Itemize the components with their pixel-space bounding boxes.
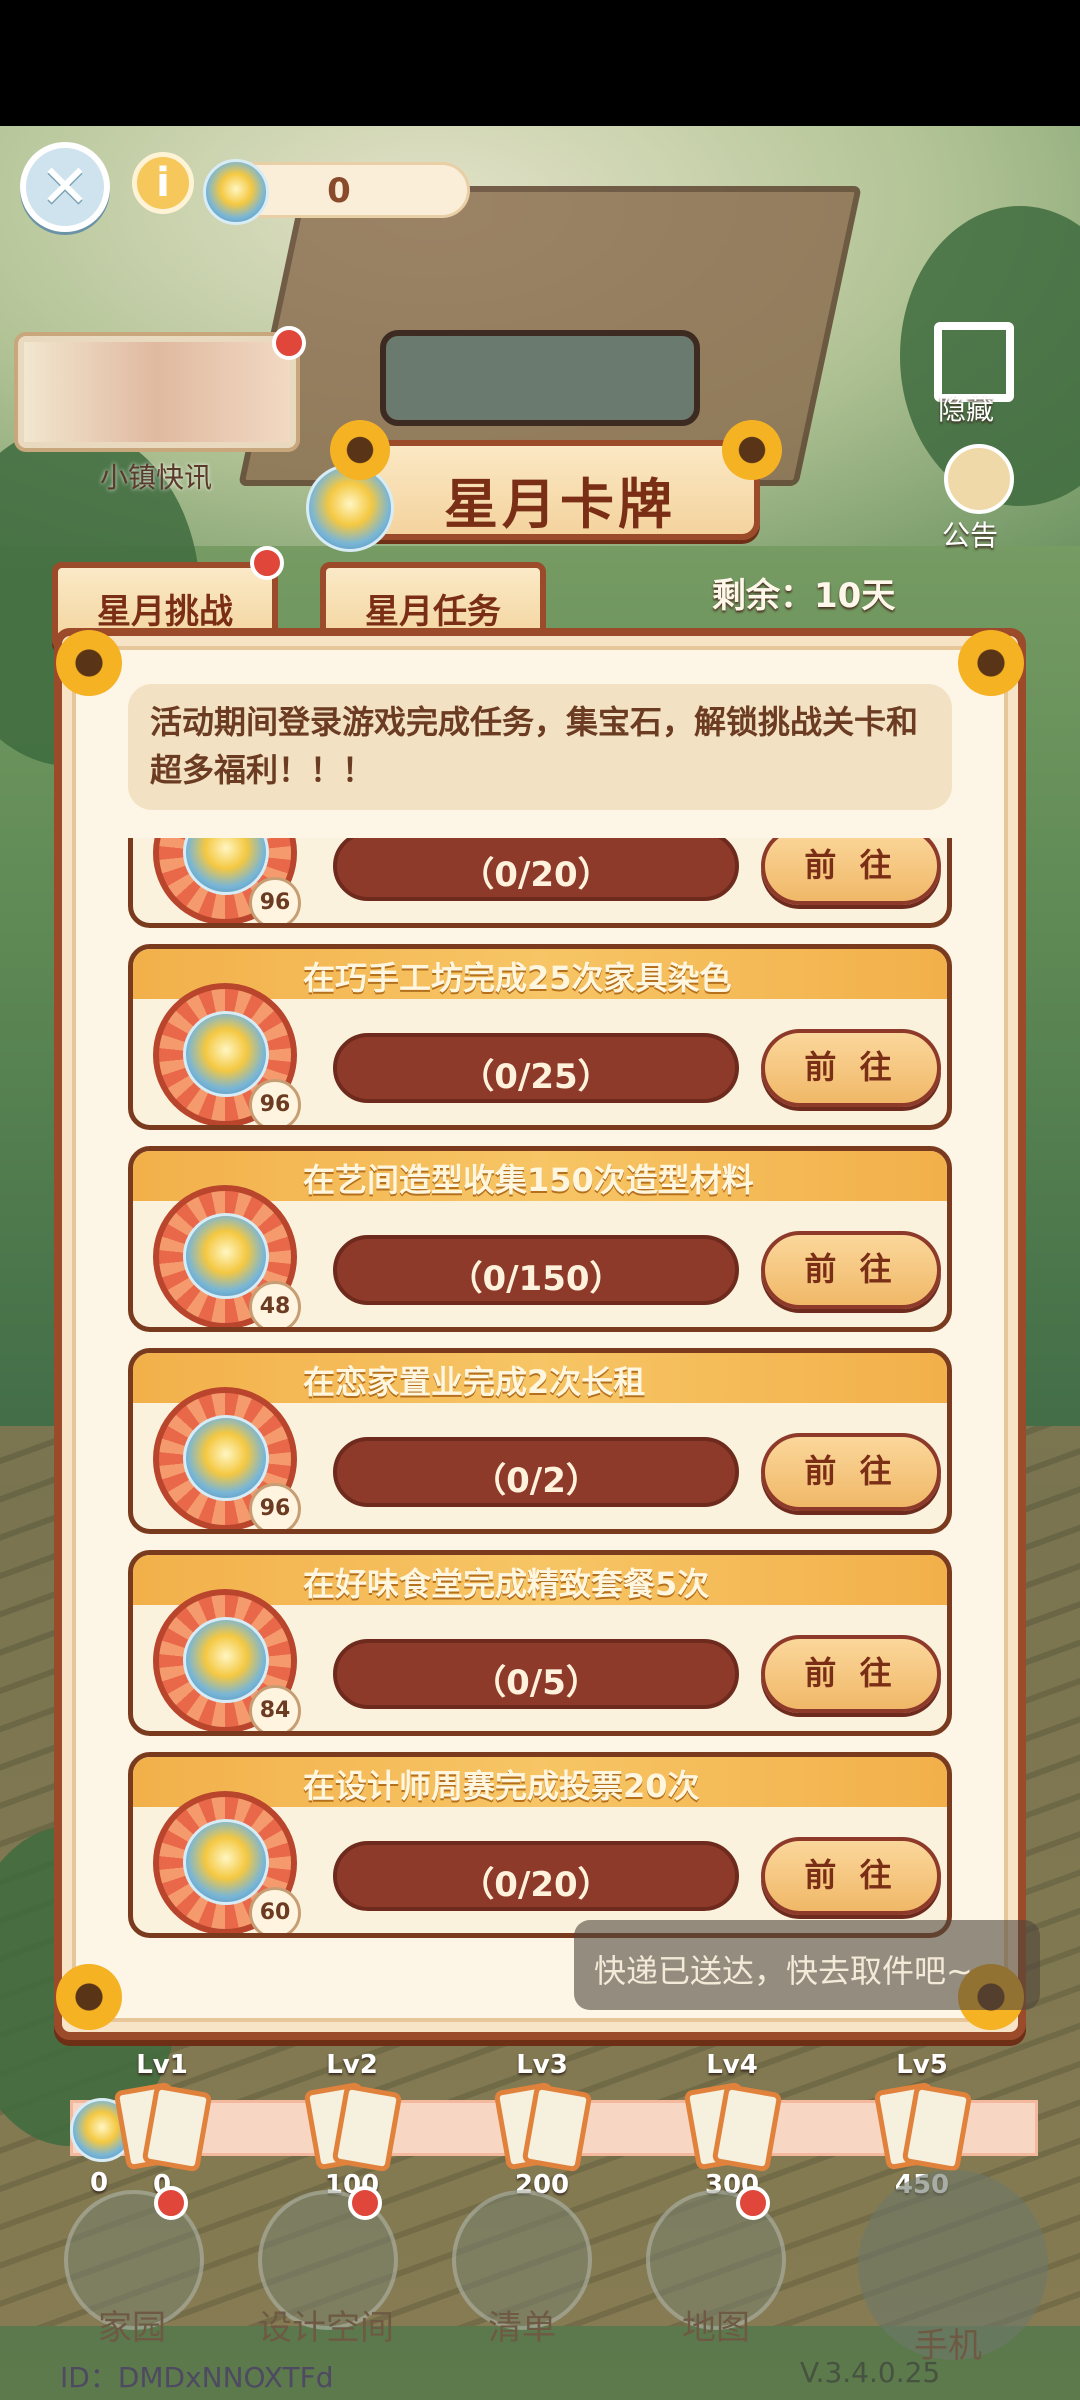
go-button[interactable]: 前 往 [761, 1029, 941, 1107]
reward-count: 96 [249, 877, 301, 923]
milestone-reward[interactable]: Lv2 100 [297, 2050, 407, 2200]
notification-dot [736, 2186, 770, 2220]
nav-list-label: 清单 [488, 2308, 556, 2348]
task-progress-bar: （0/5） [333, 1639, 739, 1709]
notification-dot [272, 326, 306, 360]
sunflower-icon [722, 420, 782, 480]
task-title: 在艺间造型收集150次造型材料 [303, 1161, 754, 1199]
task-progress-bar: （0/2） [333, 1437, 739, 1507]
milestone-level: Lv3 [516, 2050, 568, 2080]
milestone-reward[interactable]: Lv4 300 [677, 2050, 787, 2200]
title-window-decoration [380, 330, 700, 426]
card-pack-icon [683, 2081, 783, 2173]
task-progress-text: （0/20） [460, 855, 612, 895]
town-news-label: 小镇快讯 [100, 461, 213, 494]
go-button[interactable]: 前 往 [761, 1433, 941, 1511]
task-progress-text: （0/25） [460, 1057, 612, 1097]
notification-dot [250, 546, 284, 580]
remaining-days: 剩余：10天 [712, 576, 896, 616]
status-bar [0, 0, 1080, 126]
go-button[interactable]: 前 往 [761, 1837, 941, 1915]
milestone-level: Lv2 [326, 2050, 378, 2080]
milestone-level: Lv5 [896, 2050, 948, 2080]
task-card: 96 （0/20） 前 往 [128, 838, 952, 928]
task-card: 在好味食堂完成精致套餐5次 84 （0/5） 前 往 [128, 1550, 952, 1736]
task-list[interactable]: 96 （0/20）前 往在巧手工坊完成25次家具染色 96 （0/25）前 往在艺间造… [128, 838, 952, 1958]
info-icon: i [156, 160, 170, 206]
gem-icon [183, 1415, 269, 1501]
task-title: 在恋家置业完成2次长租 [303, 1363, 646, 1401]
card-pack-icon [493, 2081, 593, 2173]
task-card: 在恋家置业完成2次长租 96 （0/2） 前 往 [128, 1348, 952, 1534]
gem-counter: 0 [203, 159, 470, 225]
task-progress-text: （0/2） [472, 1461, 600, 1501]
sunflower-icon [56, 630, 122, 696]
town-news-panel[interactable] [14, 332, 300, 452]
delivery-toast: 快递已送达，快去取件吧~ [574, 1920, 1040, 2010]
close-icon: ✕ [39, 152, 91, 222]
sunflower-icon [56, 1964, 122, 2030]
reward-count: 60 [249, 1887, 301, 1933]
card-pack-icon [113, 2081, 213, 2173]
task-progress-bar: （0/25） [333, 1033, 739, 1103]
task-title: 在设计师周赛完成投票20次 [303, 1767, 700, 1805]
task-title: 在好味食堂完成精致套餐5次 [303, 1565, 710, 1603]
go-button[interactable]: 前 往 [761, 838, 941, 905]
news-thumbnail [24, 342, 290, 442]
task-title: 在巧手工坊完成25次家具染色 [303, 959, 732, 997]
task-progress-bar: （0/20） [333, 838, 739, 901]
milestone-reward[interactable]: Lv3 200 [487, 2050, 597, 2200]
sunflower-icon [958, 630, 1024, 696]
notice-label: 公告 [942, 519, 999, 552]
notification-dot [348, 2186, 382, 2220]
app-version: V.3.4.0.25 [800, 2356, 941, 2389]
task-progress-text: （0/20） [460, 1865, 612, 1905]
tab-label: 星月任务 [365, 592, 501, 632]
task-card: 在设计师周赛完成投票20次 60 （0/20） 前 往 [128, 1752, 952, 1938]
milestone-level: Lv1 [136, 2050, 188, 2080]
tab-label: 星月挑战 [97, 592, 233, 632]
nav-home-label: 家园 [98, 2308, 166, 2348]
event-title-banner: 星月卡牌 [360, 440, 760, 540]
task-progress-text: （0/150） [448, 1259, 624, 1299]
milestone-level: Lv4 [706, 2050, 758, 2080]
task-card: 在巧手工坊完成25次家具染色 96 （0/25） 前 往 [128, 944, 952, 1130]
gem-icon [183, 1213, 269, 1299]
task-card: 在艺间造型收集150次造型材料 48 （0/150） 前 往 [128, 1146, 952, 1332]
player-id: ID：DMDxNNOXTFd [60, 2361, 334, 2394]
milestone-reward[interactable]: Lv1 0 [107, 2050, 217, 2200]
notification-dot [154, 2186, 188, 2220]
gem-icon [183, 1617, 269, 1703]
gem-icon [183, 1011, 269, 1097]
card-pack-icon [873, 2081, 973, 2173]
nav-design-label: 设计空间 [258, 2308, 394, 2348]
reward-count: 84 [249, 1685, 301, 1731]
reward-count: 96 [249, 1079, 301, 1125]
task-progress-bar: （0/20） [333, 1841, 739, 1911]
go-button[interactable]: 前 往 [761, 1231, 941, 1309]
go-button[interactable]: 前 往 [761, 1635, 941, 1713]
event-description: 活动期间登录游戏完成任务，集宝石，解锁挑战关卡和超多福利！！！ [128, 684, 952, 810]
notice-icon[interactable] [944, 444, 1014, 514]
milestone-start-value: 0 [90, 2168, 109, 2198]
task-progress-bar: （0/150） [333, 1235, 739, 1305]
event-title: 星月卡牌 [444, 473, 676, 536]
reward-count: 96 [249, 1483, 301, 1529]
gem-count: 0 [327, 171, 351, 211]
card-pack-icon [303, 2081, 403, 2173]
sunflower-icon [330, 420, 390, 480]
reward-count: 48 [249, 1281, 301, 1327]
hide-label: 隐藏 [938, 393, 995, 426]
nav-map-label: 地图 [682, 2308, 750, 2348]
info-button[interactable]: i [132, 152, 194, 214]
gem-icon [183, 1819, 269, 1905]
close-button[interactable]: ✕ [20, 142, 110, 232]
task-progress-text: （0/5） [472, 1663, 600, 1703]
